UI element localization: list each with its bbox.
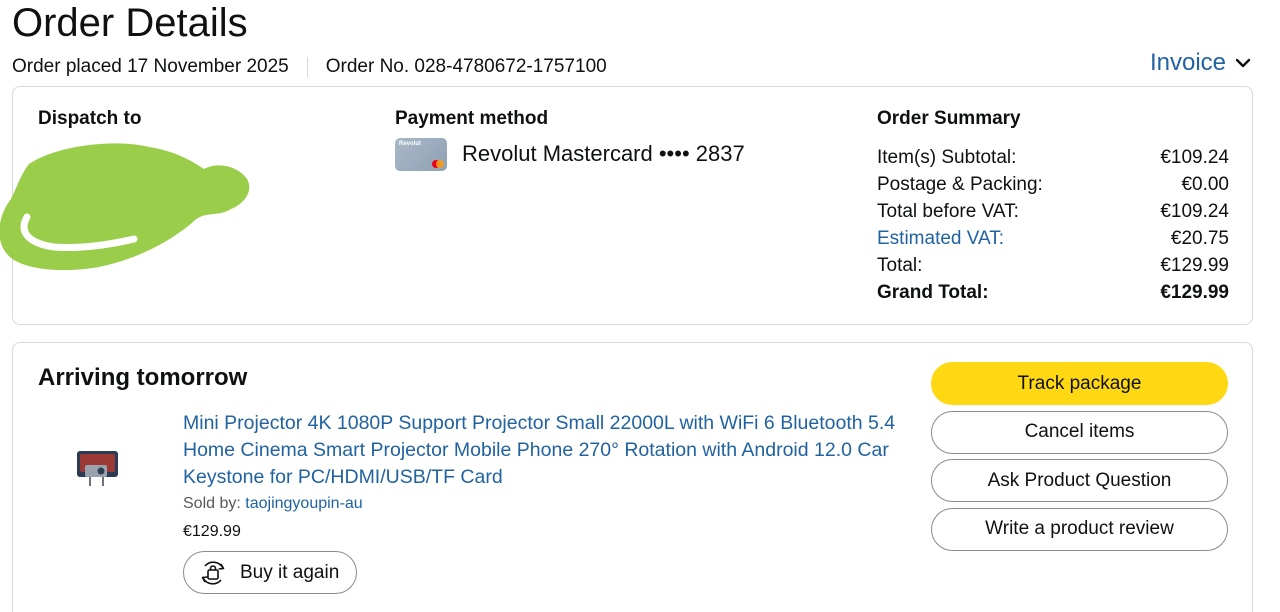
summary-label: Postage & Packing: xyxy=(877,174,1043,195)
buy-again-icon xyxy=(201,560,225,585)
sold-by: Sold by: taojingyoupin-au xyxy=(183,495,363,513)
payment-heading: Payment method xyxy=(395,108,549,129)
summary-value: €109.24 xyxy=(1160,201,1229,222)
summary-value: €109.24 xyxy=(1160,147,1229,168)
credit-card-icon: Revolut xyxy=(395,138,447,171)
card-brand-label: Revolut xyxy=(399,141,422,147)
item-price: €129.99 xyxy=(183,523,241,540)
order-summary-list: Item(s) Subtotal: €109.24 Postage & Pack… xyxy=(877,144,1229,306)
shipment-actions: Track package Cancel items Ask Product Q… xyxy=(931,362,1228,556)
meta-divider xyxy=(306,57,308,77)
address-redaction xyxy=(0,143,250,271)
summary-row-total: Total: €129.99 xyxy=(877,252,1229,279)
product-thumbnail[interactable] xyxy=(75,445,120,490)
track-package-button[interactable]: Track package xyxy=(931,362,1228,405)
ask-product-question-button[interactable]: Ask Product Question xyxy=(931,459,1228,502)
delivery-status: Arriving tomorrow xyxy=(38,364,248,391)
invoice-dropdown[interactable]: Invoice xyxy=(1150,49,1252,77)
seller-link[interactable]: taojingyoupin-au xyxy=(245,495,362,512)
summary-row-before-vat: Total before VAT: €109.24 xyxy=(877,198,1229,225)
buy-again-label: Buy it again xyxy=(240,561,340,583)
summary-value: €129.99 xyxy=(1160,282,1229,303)
cancel-items-button[interactable]: Cancel items xyxy=(931,410,1228,454)
order-number: Order No. 028-4780672-1757100 xyxy=(325,56,607,77)
write-review-button[interactable]: Write a product review xyxy=(931,507,1228,551)
mastercard-circle xyxy=(436,160,444,168)
sold-by-label: Sold by: xyxy=(183,495,246,512)
summary-heading: Order Summary xyxy=(877,108,1021,129)
summary-row-postage: Postage & Packing: €0.00 xyxy=(877,171,1229,198)
page-title: Order Details xyxy=(12,1,248,45)
summary-row-grand-total: Grand Total: €129.99 xyxy=(877,279,1229,306)
order-placed-date: Order placed 17 November 2025 xyxy=(12,56,289,77)
buy-again-button[interactable]: Buy it again xyxy=(183,551,357,594)
invoice-label: Invoice xyxy=(1149,49,1226,76)
summary-value: €20.75 xyxy=(1170,228,1229,249)
payment-card-text: Revolut Mastercard •••• 2837 xyxy=(462,141,745,166)
summary-value: €0.00 xyxy=(1181,174,1229,195)
estimated-vat-link[interactable]: Estimated VAT: xyxy=(877,225,1004,252)
chevron-down-icon xyxy=(1235,58,1251,68)
summary-label: Grand Total: xyxy=(877,282,989,303)
summary-value: €129.99 xyxy=(1160,255,1229,276)
summary-label: Total before VAT: xyxy=(877,201,1019,222)
dispatch-heading: Dispatch to xyxy=(38,108,142,129)
summary-label: Item(s) Subtotal: xyxy=(877,147,1017,168)
product-title-link[interactable]: Mini Projector 4K 1080P Support Projecto… xyxy=(183,410,913,491)
summary-row-subtotal: Item(s) Subtotal: €109.24 xyxy=(877,144,1229,171)
summary-label: Total: xyxy=(877,255,923,276)
shipment-card: Arriving tomorrow Mini Projector 4K 1080… xyxy=(12,342,1253,612)
summary-row-vat: Estimated VAT: €20.75 xyxy=(877,225,1229,252)
order-meta: Order placed 17 November 2025 Order No. … xyxy=(12,54,607,80)
order-info-card: Dispatch to Payment method Revolut Revol… xyxy=(0,86,1253,325)
